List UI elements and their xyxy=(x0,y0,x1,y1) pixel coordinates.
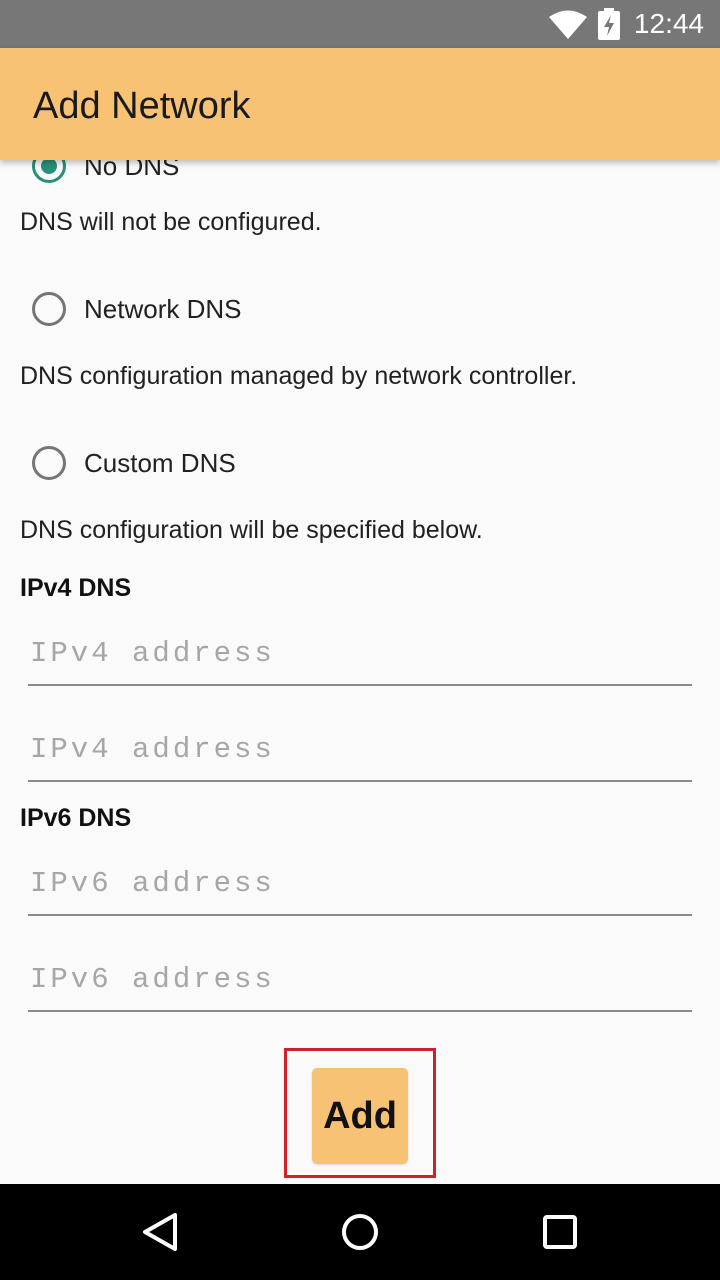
ipv4-dns-title: IPv4 DNS xyxy=(20,574,132,602)
navigation-bar xyxy=(0,1184,720,1280)
ipv4-dns-field-2 xyxy=(28,722,692,782)
radio-network-dns[interactable]: Network DNS xyxy=(32,289,241,329)
status-bar: 12:44 xyxy=(0,0,720,48)
radio-unchecked-icon[interactable] xyxy=(32,446,66,480)
ipv6-dns-title: IPv6 DNS xyxy=(20,804,132,832)
radio-checked-icon[interactable] xyxy=(32,160,66,183)
ipv6-dns-field-2 xyxy=(28,952,692,1012)
radio-custom-dns[interactable]: Custom DNS xyxy=(32,443,236,483)
recents-icon[interactable] xyxy=(534,1206,586,1258)
radio-unchecked-icon[interactable] xyxy=(32,292,66,326)
ipv4-address-input-1[interactable] xyxy=(28,626,692,680)
no-dns-description: DNS will not be configured. xyxy=(20,208,322,236)
custom-dns-description: DNS configuration will be specified belo… xyxy=(20,516,483,544)
back-icon[interactable] xyxy=(134,1206,186,1258)
add-button[interactable]: Add xyxy=(312,1068,408,1164)
radio-label-custom-dns: Custom DNS xyxy=(84,447,236,478)
radio-label-no-dns: No DNS xyxy=(84,160,180,181)
ipv6-address-input-2[interactable] xyxy=(28,952,692,1006)
app-bar: Add Network xyxy=(0,48,720,160)
status-clock: 12:44 xyxy=(633,8,704,39)
page-title: Add Network xyxy=(33,85,251,127)
network-dns-description: DNS configuration managed by network con… xyxy=(20,362,578,390)
radio-no-dns[interactable]: No DNS xyxy=(32,160,179,186)
dns-settings-form[interactable]: No DNS DNS will not be configured. Netwo… xyxy=(0,160,720,1184)
battery-charging-icon xyxy=(598,8,620,40)
ipv4-address-input-2[interactable] xyxy=(28,722,692,776)
ipv6-dns-field-1 xyxy=(28,856,692,916)
ipv4-dns-field-1 xyxy=(28,626,692,686)
wifi-icon xyxy=(549,10,587,39)
home-icon[interactable] xyxy=(334,1206,386,1258)
radio-label-network-dns: Network DNS xyxy=(84,293,242,324)
ipv6-address-input-1[interactable] xyxy=(28,856,692,910)
